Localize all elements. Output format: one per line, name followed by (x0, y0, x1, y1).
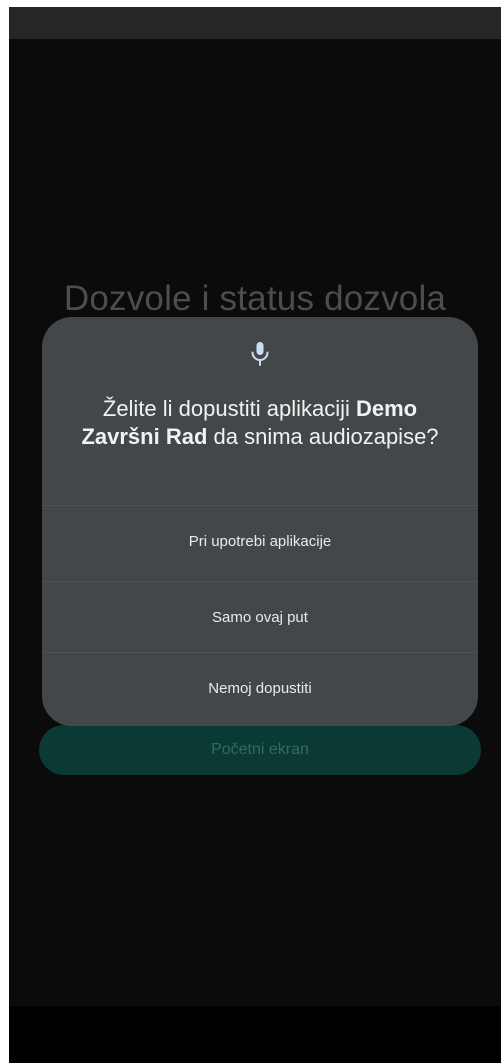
status-bar (9, 7, 501, 39)
question-suffix: da snima audiozapise? (207, 424, 439, 449)
navigation-bar (9, 1006, 501, 1063)
phone-screen: Dozvole i status dozvola Početni ekran Ž… (9, 7, 501, 1063)
deny-option[interactable]: Nemoj dopustiti (42, 653, 478, 723)
microphone-icon (251, 342, 269, 366)
page-title: Dozvole i status dozvola (63, 279, 447, 318)
home-screen-button[interactable]: Početni ekran (39, 725, 481, 775)
allow-while-using-app-option[interactable]: Pri upotrebi aplikacije (42, 506, 478, 576)
permission-dialog: Želite li dopustiti aplikaciji Demo Zavr… (42, 317, 478, 726)
dialog-question: Želite li dopustiti aplikaciji Demo Zavr… (62, 395, 458, 451)
allow-only-this-time-option[interactable]: Samo ovaj put (42, 582, 478, 652)
question-prefix: Želite li dopustiti aplikaciji (102, 396, 356, 421)
